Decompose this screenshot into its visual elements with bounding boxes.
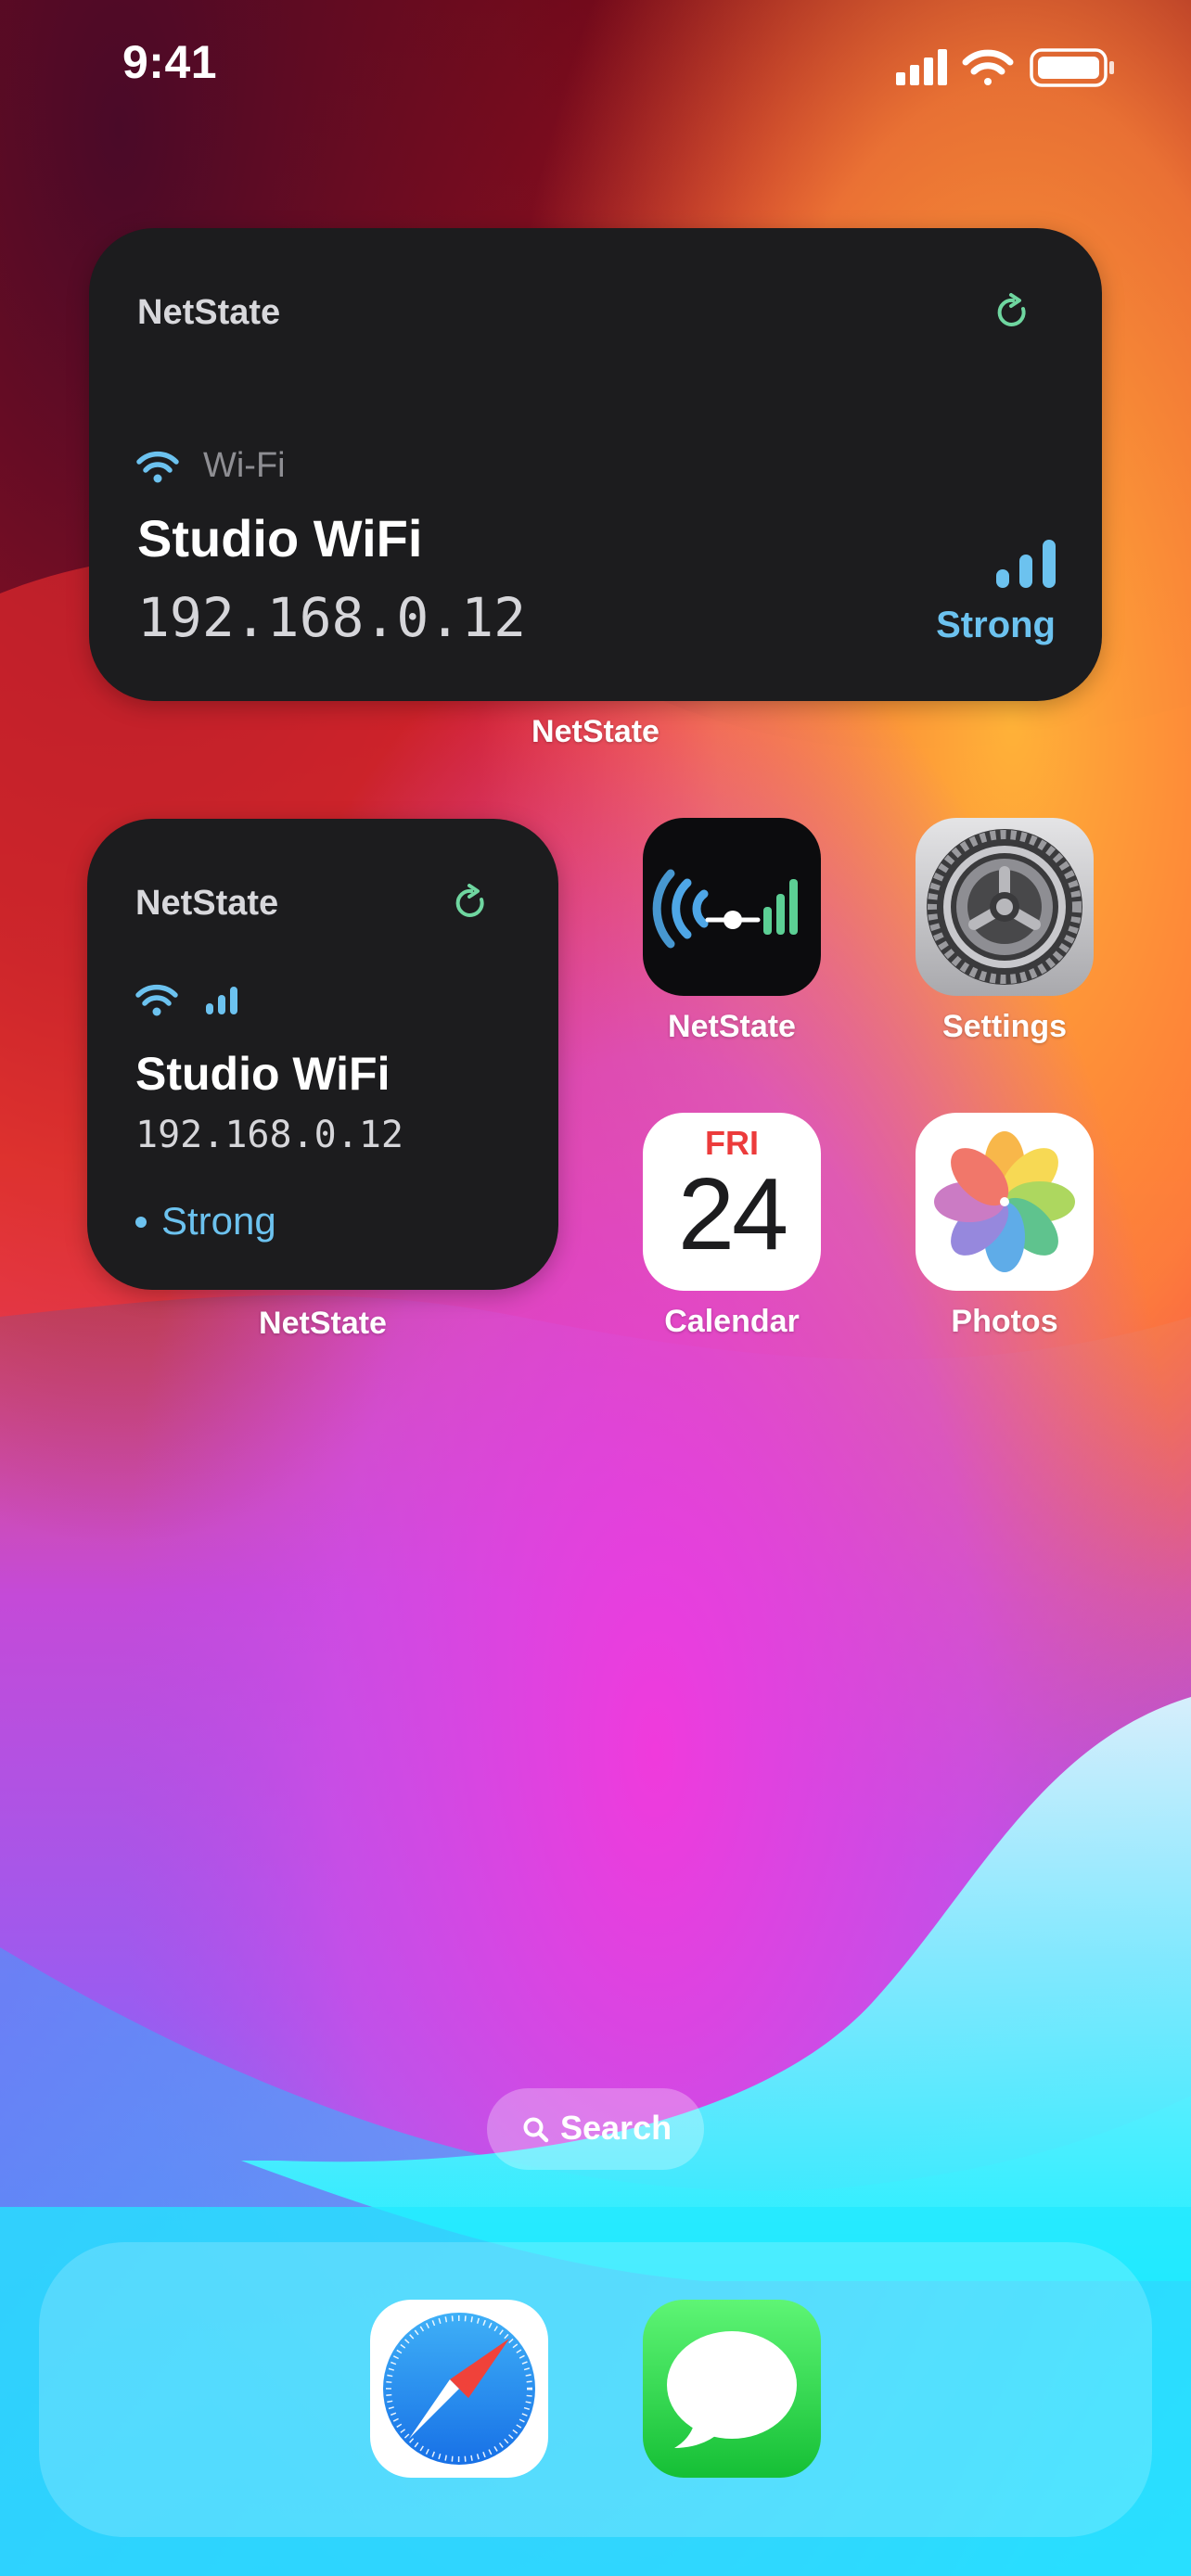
strength-dot: [135, 1217, 147, 1228]
dock: [39, 2242, 1152, 2537]
status-bar-icons: [896, 48, 1114, 87]
search-label: Search: [560, 2109, 672, 2147]
photos-flower-icon: [934, 1131, 1075, 1272]
refresh-icon[interactable]: [453, 884, 490, 923]
signal-strength-icon: [206, 987, 237, 1014]
photos-app-icon[interactable]: [916, 1113, 1094, 1291]
widget-caption: NetState: [531, 714, 660, 749]
ip-address: 192.168.0.12: [137, 586, 527, 649]
safari-app-icon[interactable]: [370, 2300, 548, 2478]
netstate-small-widget[interactable]: NetState Studio WiFi 192.168.0.12 Strong: [87, 819, 558, 1290]
ip-address: 192.168.0.12: [135, 1114, 403, 1156]
wifi-status-icon: [962, 49, 1014, 85]
netstate-app-icon[interactable]: [643, 818, 821, 996]
app-label-calendar: Calendar: [664, 1304, 800, 1339]
cellular-signal-icon: [896, 49, 947, 85]
wifi-icon: [135, 984, 178, 1016]
app-label-photos: Photos: [951, 1304, 1058, 1339]
widget-app-name: NetState: [137, 293, 281, 332]
signal-strength-label: Strong: [936, 605, 1056, 645]
messages-bubble-icon: [667, 2331, 797, 2448]
app-label-settings: Settings: [941, 1009, 1068, 1044]
signal-strength-label: Strong: [161, 1199, 276, 1243]
network-ssid: Studio WiFi: [135, 1048, 391, 1100]
wifi-icon: [136, 451, 179, 483]
safari-compass-icon: [383, 2313, 535, 2465]
calendar-date: 24: [677, 1157, 788, 1271]
network-ssid: Studio WiFi: [137, 509, 423, 567]
widget-caption: NetState: [259, 1306, 387, 1341]
battery-icon: [1030, 48, 1114, 87]
search-icon: [523, 2117, 549, 2143]
settings-gear-icon: [927, 829, 1082, 985]
spotlight-search-button[interactable]: Search: [487, 2088, 704, 2170]
widget-app-name: NetState: [135, 884, 279, 923]
messages-app-icon[interactable]: [643, 2300, 821, 2478]
connection-type-label: Wi-Fi: [203, 446, 286, 485]
netstate-logo-icon: [652, 869, 798, 949]
app-label-netstate: NetState: [668, 1009, 796, 1044]
signal-strength-icon: [996, 540, 1056, 588]
settings-app-icon[interactable]: [916, 818, 1094, 996]
netstate-large-widget[interactable]: NetState Wi-Fi Studio WiFi 192.168.0.12 …: [89, 228, 1102, 701]
refresh-icon[interactable]: [994, 293, 1031, 332]
calendar-app-icon[interactable]: FRI 24: [643, 1113, 821, 1291]
status-time: 9:41: [122, 36, 218, 88]
